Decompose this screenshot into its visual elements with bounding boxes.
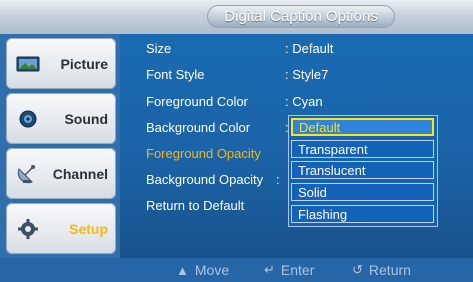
enter-icon: ↵ xyxy=(264,262,275,277)
setting-label: Foreground Opacity xyxy=(146,146,261,161)
setting-value: : Cyan xyxy=(285,94,323,109)
sidebar-item-label: Setup xyxy=(69,220,108,237)
setting-label: Background Opacity xyxy=(146,172,264,187)
move-hint: ▲︎ Move xyxy=(176,258,229,282)
enter-hint: ↵ Enter xyxy=(264,258,314,282)
setting-return-to-default[interactable]: Return to Default xyxy=(146,198,244,213)
dropdown-option-solid[interactable]: Solid xyxy=(291,183,434,201)
title-bar: Digital Caption Options xyxy=(0,0,473,34)
return-label: Return xyxy=(368,262,411,278)
sidebar-item-channel[interactable]: Channel xyxy=(6,148,116,199)
enter-label: Enter xyxy=(280,262,315,278)
window-title: Digital Caption Options xyxy=(224,8,378,25)
setting-background-opacity[interactable]: Background Opacity : xyxy=(146,172,280,187)
return-hint: ↺ Return xyxy=(352,258,411,282)
move-label: Move xyxy=(194,262,230,278)
dropdown-option-translucent[interactable]: Translucent xyxy=(291,161,434,179)
setting-font-style[interactable]: Font Style : Style7 xyxy=(146,67,328,82)
caption-options-screen: Digital Caption Options Picture Sound Ch… xyxy=(0,0,473,282)
setting-label: Size xyxy=(146,41,172,56)
picture-icon xyxy=(14,53,42,75)
title-pill: Digital Caption Options xyxy=(207,5,395,28)
setting-label: Return to Default xyxy=(146,198,245,213)
sidebar-item-label: Sound xyxy=(64,110,108,127)
dropdown-option-flashing[interactable]: Flashing xyxy=(291,205,434,223)
sidebar-item-label: Channel xyxy=(52,165,108,182)
setting-foreground-color[interactable]: Foreground Color : Cyan xyxy=(146,94,323,109)
dropdown-option-transparent[interactable]: Transparent xyxy=(291,140,434,158)
setting-value: : Style7 xyxy=(285,67,329,82)
sidebar-item-setup[interactable]: Setup xyxy=(6,203,116,254)
sidebar: Picture Sound Channel Setup xyxy=(0,34,120,258)
opacity-dropdown[interactable]: Default Transparent Translucent Solid Fl… xyxy=(289,116,437,226)
channel-icon xyxy=(14,163,42,185)
setting-label: Background Color xyxy=(146,120,251,135)
setup-gear-icon xyxy=(14,218,42,240)
setting-label: Foreground Color xyxy=(146,94,248,109)
setting-foreground-opacity[interactable]: Foreground Opacity xyxy=(146,146,261,161)
setting-label: Font Style xyxy=(146,67,205,82)
up-down-arrow-icon: ▲︎ xyxy=(176,262,189,278)
sidebar-item-label: Picture xyxy=(60,55,108,72)
dropdown-option-default[interactable]: Default xyxy=(291,118,434,136)
sound-icon xyxy=(14,108,42,130)
setting-value: : xyxy=(276,172,280,187)
return-icon: ↺ xyxy=(352,262,363,277)
footer-hint-bar: ▲︎ Move ↵ Enter ↺ Return xyxy=(0,258,473,282)
sidebar-item-picture[interactable]: Picture xyxy=(6,38,116,89)
setting-size[interactable]: Size : Default xyxy=(146,41,333,56)
sidebar-item-sound[interactable]: Sound xyxy=(6,93,116,144)
setting-background-color[interactable]: Background Color : xyxy=(146,120,289,135)
setting-value: : Default xyxy=(285,41,334,56)
